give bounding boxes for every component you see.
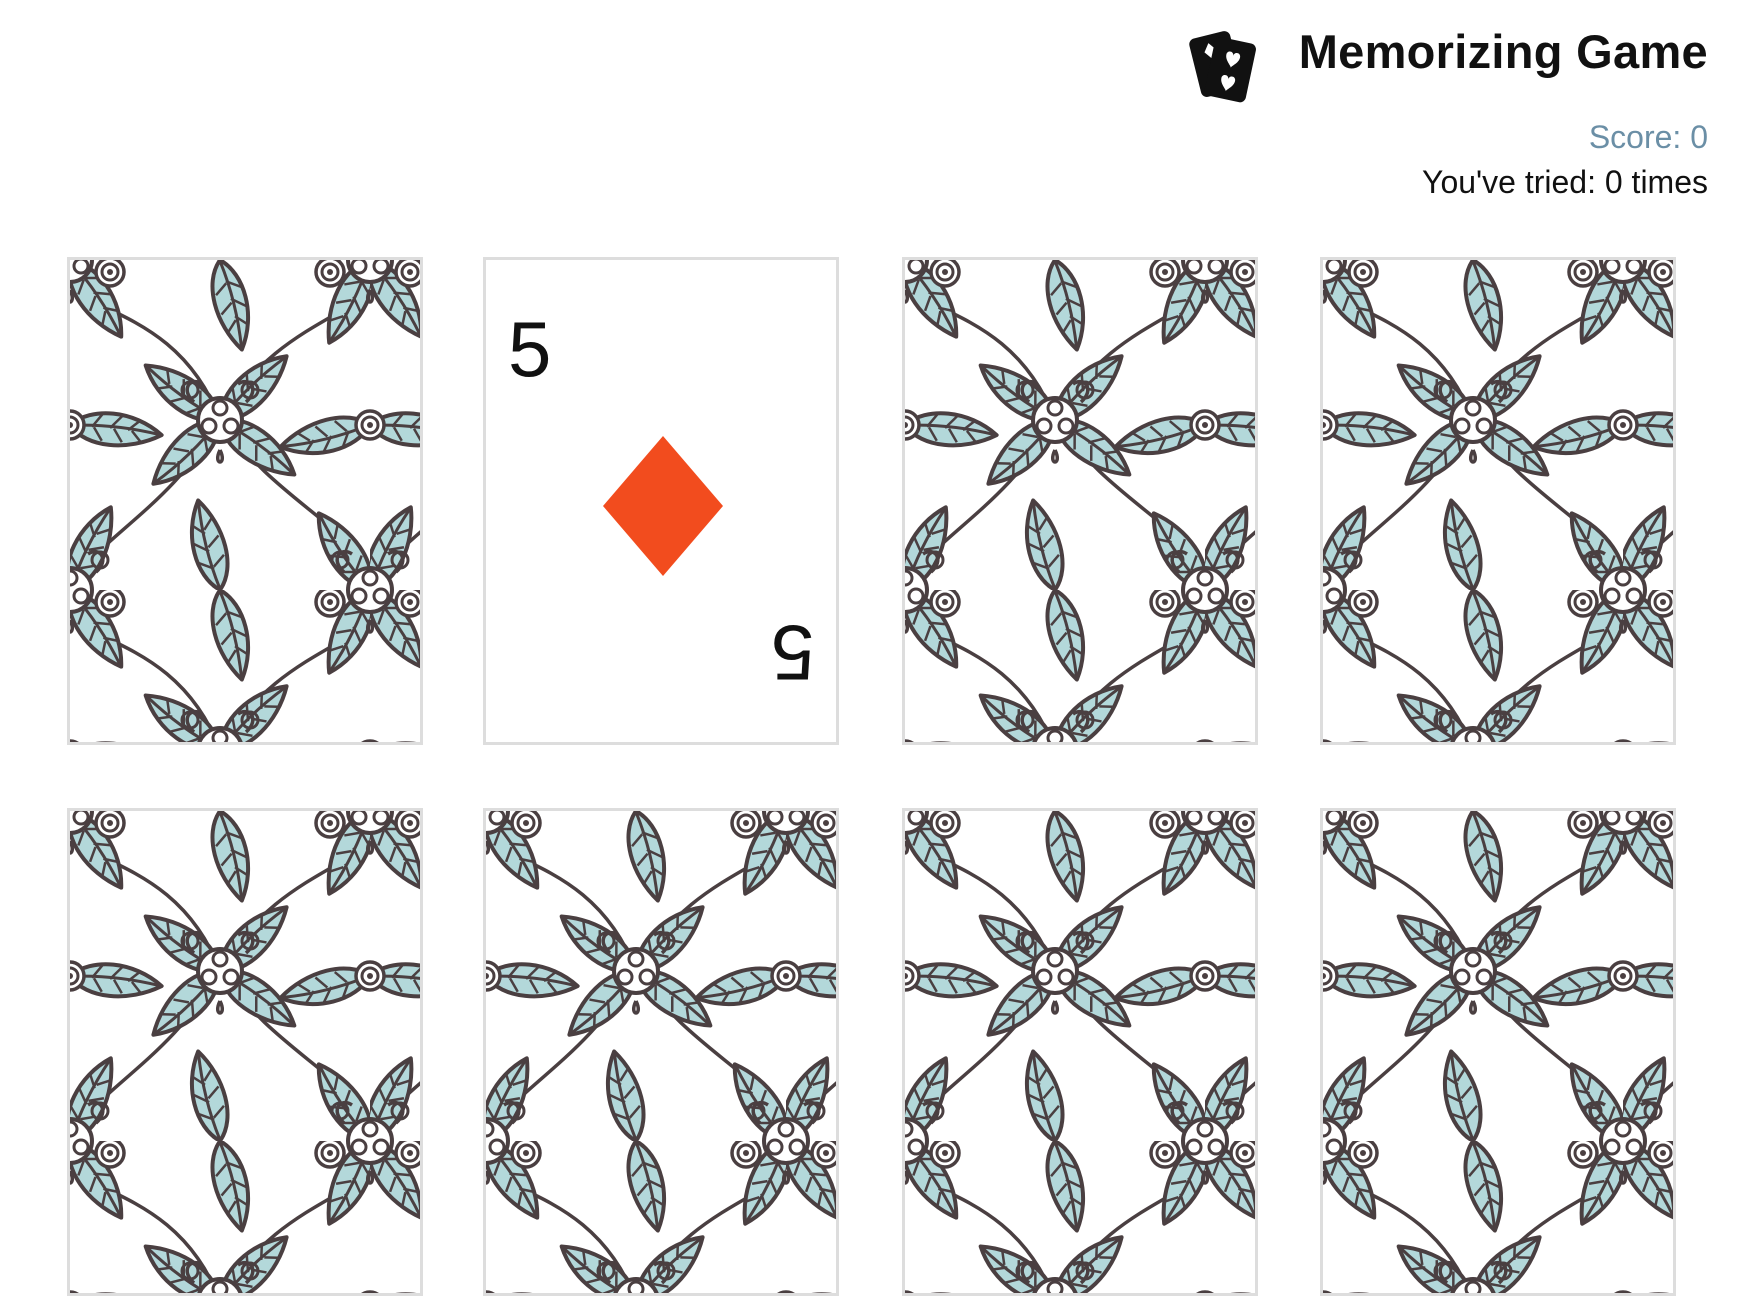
card-back[interactable] [67,808,423,1296]
game-title: Memorizing Game [1298,25,1708,78]
floral-card-back-pattern [1323,260,1673,742]
score-display: Score: 0 [1588,119,1708,155]
card-back[interactable] [483,808,839,1296]
floral-card-back-pattern [905,260,1255,742]
floral-card-back-pattern [70,260,420,742]
floral-card-back-pattern [486,811,836,1293]
playing-cards-icon [1189,31,1256,103]
card-face-up[interactable]: 5 5 [483,257,839,745]
game-header: Memorizing Game Score: 0 You've tried: 0… [0,0,1748,230]
diamond-suit-icon [603,436,723,576]
card-number-top: 5 [508,305,552,393]
floral-card-back-pattern [905,811,1255,1293]
floral-card-back-pattern [70,811,420,1293]
tries-counter: You've tried: 0 times [1422,164,1708,200]
card-back[interactable] [67,257,423,745]
card-back[interactable] [1320,257,1676,745]
card-back[interactable] [902,808,1258,1296]
card-back[interactable] [902,257,1258,745]
card-back[interactable] [1320,808,1676,1296]
floral-card-back-pattern [1323,811,1673,1293]
card-number-bottom: 5 [770,609,814,697]
